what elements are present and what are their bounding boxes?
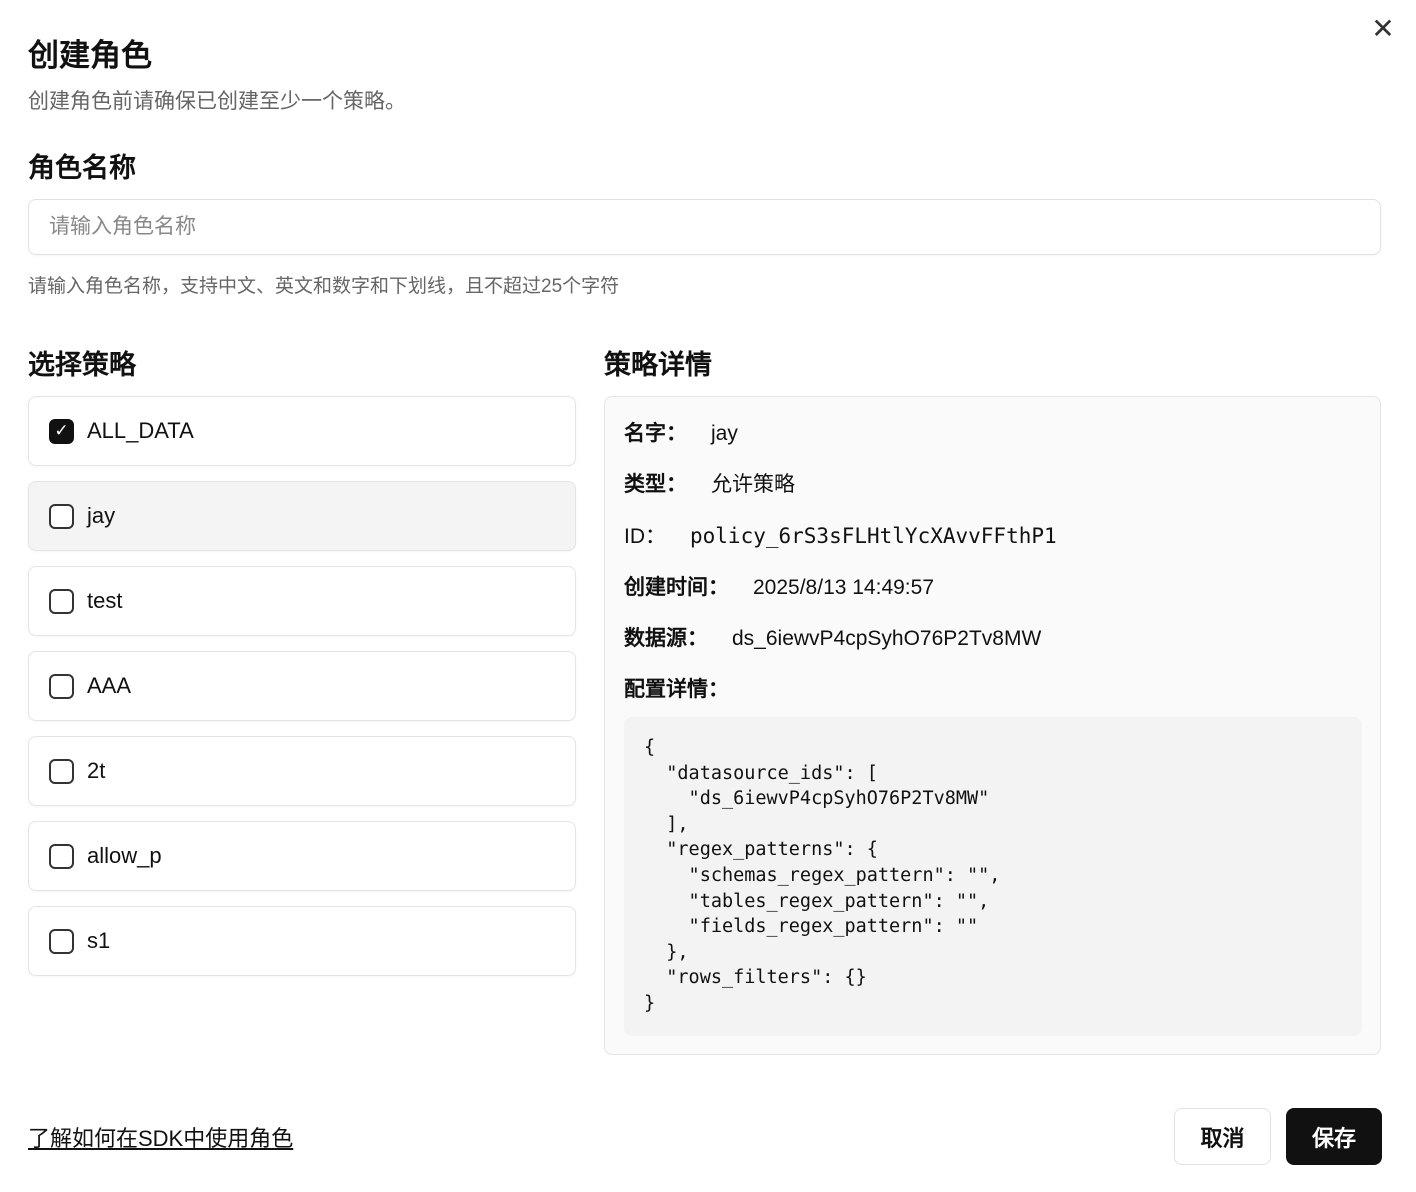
- policy-label: s1: [87, 928, 111, 953]
- policy-label: jay: [87, 503, 116, 528]
- policy-item[interactable]: 2t: [28, 736, 576, 806]
- policy-item[interactable]: ✓ ALL_DATA: [28, 396, 576, 466]
- config-code-block: { "datasource_ids": [ "ds_6iewvP4cpSyhO7…: [624, 717, 1362, 1036]
- cancel-button[interactable]: 取消: [1174, 1108, 1271, 1165]
- checkbox[interactable]: [49, 503, 74, 529]
- policy-item[interactable]: s1: [28, 906, 576, 976]
- close-icon[interactable]: ✕: [1370, 15, 1396, 43]
- detail-key: 名字：: [624, 422, 687, 445]
- detail-config: 配置详情：: [624, 673, 753, 703]
- policy-details-label: 策略详情: [604, 350, 712, 380]
- checkbox-checked[interactable]: ✓: [49, 418, 74, 444]
- policy-label: ALL_DATA: [87, 418, 194, 443]
- detail-value: 2025/8/13 14:49:57: [753, 576, 935, 599]
- role-name-hint: 请输入角色名称，支持中文、英文和数字和下划线，且不超过25个字符: [28, 276, 620, 297]
- policy-details-panel: 名字： jay 类型： 允许策略 ID： policy_6rS3sFLHtlYcXAv…: [604, 396, 1381, 1055]
- checkbox[interactable]: [49, 758, 74, 784]
- detail-key: 配置详情：: [624, 678, 729, 701]
- save-button[interactable]: 保存: [1286, 1108, 1382, 1165]
- checkbox[interactable]: [49, 673, 74, 699]
- sdk-help-link[interactable]: 了解如何在SDK中使用角色: [28, 1121, 293, 1153]
- checkbox[interactable]: [49, 588, 74, 614]
- detail-value: jay: [711, 422, 738, 445]
- detail-created: 创建时间： 2025/8/13 14:49:57: [624, 571, 934, 601]
- detail-type: 类型： 允许策略: [624, 468, 795, 498]
- checkbox[interactable]: [49, 928, 74, 954]
- detail-key: 类型：: [624, 473, 687, 496]
- detail-key: 数据源：: [624, 627, 708, 650]
- detail-key: ID：: [624, 525, 666, 548]
- policy-label: AAA: [87, 673, 132, 698]
- policy-label: 2t: [87, 758, 106, 783]
- policy-label: test: [87, 588, 123, 613]
- policy-item[interactable]: test: [28, 566, 576, 636]
- detail-key: 创建时间：: [624, 576, 729, 599]
- dialog-title: 创建角色: [28, 38, 152, 73]
- policy-label: allow_p: [87, 843, 162, 868]
- role-name-label: 角色名称: [28, 153, 136, 183]
- policy-item[interactable]: jay: [28, 481, 576, 551]
- detail-datasource: 数据源： ds_6iewvP4cpSyhO76P2Tv8MW: [624, 622, 1041, 652]
- detail-value: ds_6iewvP4cpSyhO76P2Tv8MW: [732, 627, 1042, 650]
- policy-item[interactable]: allow_p: [28, 821, 576, 891]
- detail-id: ID： policy_6rS3sFLHtlYcXAvvFFthP1: [624, 520, 1057, 550]
- detail-name: 名字： jay: [624, 417, 738, 447]
- detail-value: 允许策略: [711, 473, 795, 496]
- policy-list: ✓ ALL_DATA jay test AAA 2t allow_p s1: [28, 396, 576, 991]
- dialog-subtitle: 创建角色前请确保已创建至少一个策略。: [28, 90, 406, 113]
- detail-value: policy_6rS3sFLHtlYcXAvvFFthP1: [690, 524, 1057, 548]
- checkbox[interactable]: [49, 843, 74, 869]
- select-policy-label: 选择策略: [28, 350, 136, 380]
- role-name-input[interactable]: [28, 199, 1381, 255]
- policy-item[interactable]: AAA: [28, 651, 576, 721]
